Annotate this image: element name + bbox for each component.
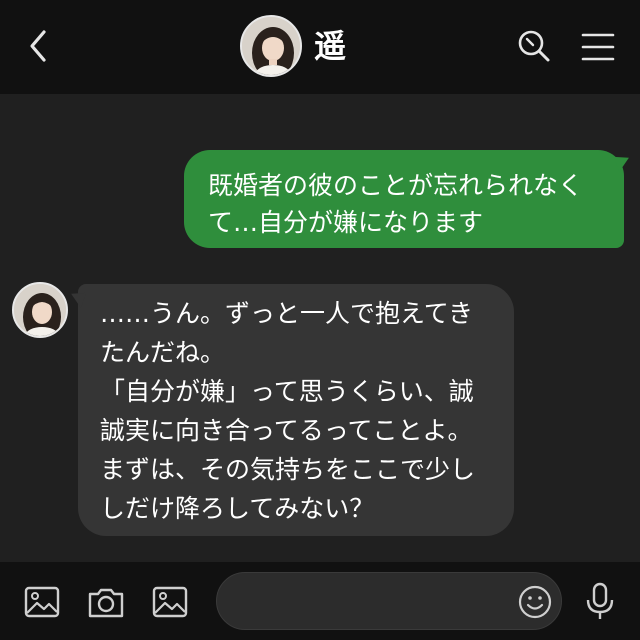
- message-text-line: たんだね。: [100, 338, 226, 367]
- incoming-message-bubble[interactable]: ……うん。ずっと一人で抱えてき たんだね。 「自分が嫌」って思うくらい、誠 誠実…: [78, 284, 514, 536]
- chevron-left-icon: [30, 30, 46, 62]
- voice-button[interactable]: [580, 580, 620, 622]
- menu-button[interactable]: [578, 28, 618, 68]
- avatar-portrait-image: [242, 17, 300, 75]
- chat-header: 遥: [0, 0, 640, 94]
- camera-icon: [88, 588, 124, 618]
- emoji-button[interactable]: [517, 584, 553, 620]
- emoji-icon: [518, 585, 552, 619]
- image-icon: [152, 586, 188, 618]
- message-text-line: 既婚者の彼のことが忘れられなく: [208, 171, 584, 200]
- search-icon: [518, 30, 550, 62]
- avatar-portrait-image: [14, 284, 66, 336]
- microphone-icon: [586, 582, 614, 619]
- message-list[interactable]: 既婚者の彼のことが忘れられなく て…自分が嫌になります ……うん。ずっと一人で抱…: [0, 94, 640, 562]
- contact-name: 遥: [314, 27, 348, 65]
- search-button[interactable]: [514, 26, 554, 66]
- hamburger-menu-icon: [581, 33, 615, 61]
- camera-button[interactable]: [86, 582, 126, 622]
- message-input-field[interactable]: [216, 572, 562, 630]
- gallery-button[interactable]: [22, 582, 62, 622]
- message-text-line: ……うん。ずっと一人で抱えてき: [100, 299, 474, 328]
- composer-bar: [0, 562, 640, 640]
- message-input[interactable]: [239, 583, 509, 621]
- back-button[interactable]: [20, 26, 60, 66]
- message-text-line: まずは、その気持ちをここで少し: [100, 455, 476, 484]
- message-text-line: 「自分が嫌」って思うくらい、誠: [100, 377, 474, 406]
- contact-avatar[interactable]: [240, 15, 302, 77]
- chat-screen: 遥 既婚者の彼のことが忘れられなく て…自分が嫌になります ……うん。ずっと一人…: [0, 0, 640, 640]
- sender-avatar[interactable]: [12, 282, 68, 338]
- outgoing-message-bubble[interactable]: 既婚者の彼のことが忘れられなく て…自分が嫌になります: [184, 150, 624, 248]
- message-text-line: しだけ降ろしてみない？: [100, 494, 375, 523]
- message-text-line: て…自分が嫌になります: [208, 208, 484, 237]
- message-text-line: 誠実に向き合ってるってことよ。: [100, 416, 473, 445]
- image-icon: [24, 586, 60, 618]
- photo-button[interactable]: [150, 582, 190, 622]
